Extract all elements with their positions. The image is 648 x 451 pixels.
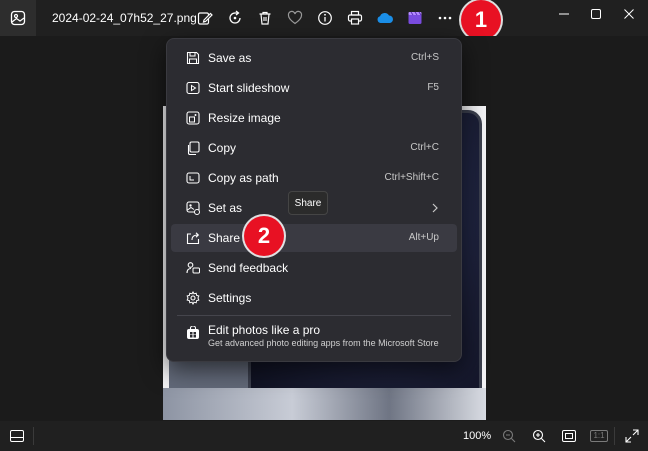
photos-app-window: 2024-02-24_07h52_27.png 1 Save as Ctrl+S… xyxy=(0,0,648,451)
delete-button[interactable] xyxy=(253,6,277,30)
copy-icon xyxy=(185,140,201,156)
set-as-icon xyxy=(185,200,201,216)
bottom-bar: 100% 1:1 xyxy=(0,421,648,451)
store-icon xyxy=(185,325,201,341)
bottom-divider xyxy=(33,427,34,445)
actual-size-label: 1:1 xyxy=(590,430,608,442)
zoom-in-button[interactable] xyxy=(528,425,550,447)
menu-item-share[interactable]: Share Alt+Up xyxy=(171,224,457,252)
full-screen-icon xyxy=(625,429,639,443)
print-button[interactable] xyxy=(343,6,367,30)
feedback-icon xyxy=(185,260,201,276)
rotate-button[interactable] xyxy=(223,6,247,30)
delete-icon xyxy=(259,11,271,25)
minimize-button[interactable] xyxy=(546,0,582,28)
zoom-level: 100% xyxy=(463,430,492,442)
clipchamp-icon xyxy=(408,11,422,24)
full-screen-button[interactable] xyxy=(621,425,643,447)
close-icon xyxy=(624,9,634,19)
menu-item-copy[interactable]: Copy Ctrl+C xyxy=(171,134,457,162)
print-icon xyxy=(347,10,363,25)
menu-item-send-feedback[interactable]: Send feedback xyxy=(171,254,457,282)
share-tooltip: Share xyxy=(288,191,328,215)
edit-image-button[interactable] xyxy=(193,6,217,30)
share-icon xyxy=(185,230,201,246)
menu-separator xyxy=(177,315,451,316)
fit-to-window-button[interactable] xyxy=(558,425,580,447)
title-bar: 2024-02-24_07h52_27.png 1 xyxy=(0,0,648,40)
slideshow-icon xyxy=(185,80,201,96)
menu-item-settings[interactable]: Settings xyxy=(171,284,457,312)
favorite-heart-icon xyxy=(287,10,303,25)
zoom-out-icon xyxy=(502,429,516,443)
more-options-icon xyxy=(438,16,452,20)
zoom-out-button[interactable] xyxy=(498,425,520,447)
menu-item-start-slideshow[interactable]: Start slideshow F5 xyxy=(171,74,457,102)
maximize-icon xyxy=(591,9,601,19)
more-options-button[interactable] xyxy=(433,6,457,30)
maximize-button[interactable] xyxy=(578,0,614,28)
rotate-icon xyxy=(229,10,241,24)
onedrive-cloud-icon xyxy=(377,12,393,23)
menu-item-copy-as-path[interactable]: Copy as path Ctrl+Shift+C xyxy=(171,164,457,192)
chevron-right-icon xyxy=(429,201,441,215)
menu-item-save-as[interactable]: Save as Ctrl+S xyxy=(171,44,457,72)
clipchamp-button[interactable] xyxy=(403,6,427,30)
filmstrip-icon xyxy=(10,430,24,442)
edit-image-icon xyxy=(197,12,213,25)
save-icon xyxy=(185,50,201,66)
annotation-badge-2: 2 xyxy=(244,216,284,256)
minimize-icon xyxy=(559,13,569,15)
favorite-button[interactable] xyxy=(283,6,307,30)
close-button[interactable] xyxy=(611,0,647,28)
file-info-button[interactable] xyxy=(313,6,337,30)
annotation-badge-1: 1 xyxy=(461,0,501,40)
menu-item-edit-photos-promo[interactable]: Edit photos like a pro Get advanced phot… xyxy=(171,323,457,353)
file-name: 2024-02-24_07h52_27.png xyxy=(52,11,197,25)
bottom-divider-right xyxy=(614,427,615,445)
settings-gear-icon xyxy=(185,290,201,306)
menu-item-resize-image[interactable]: Resize image xyxy=(171,104,457,132)
copy-path-icon xyxy=(185,170,201,186)
photos-app-icon[interactable] xyxy=(0,0,36,36)
fit-window-icon xyxy=(562,430,576,442)
filmstrip-toggle-button[interactable] xyxy=(6,425,28,447)
info-icon xyxy=(318,11,332,25)
onedrive-button[interactable] xyxy=(373,6,397,30)
resize-icon xyxy=(185,110,201,126)
actual-size-button[interactable]: 1:1 xyxy=(588,425,610,447)
zoom-in-icon xyxy=(532,429,546,443)
phone-hinge xyxy=(163,388,486,420)
